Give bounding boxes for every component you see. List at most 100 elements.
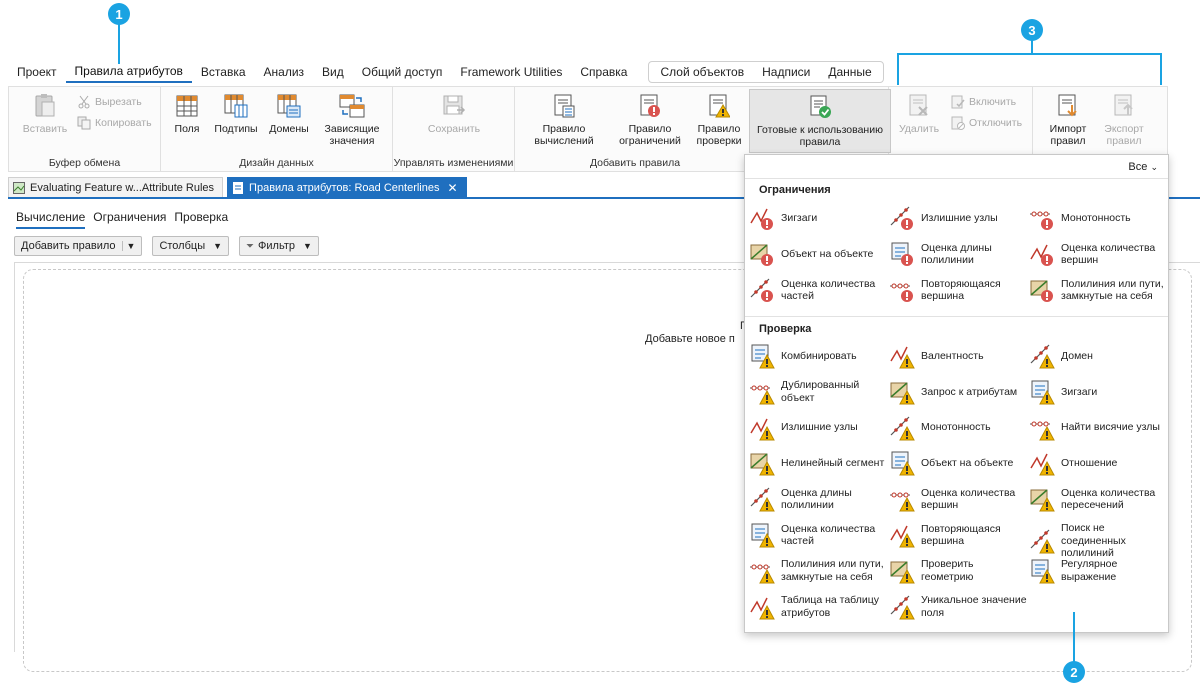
menu-labeling[interactable]: Надписи — [753, 62, 819, 82]
gallery-rule-label: Оценка количества пересечений — [1061, 486, 1156, 512]
add-rule-button[interactable]: Добавить правило ▼ — [14, 236, 143, 256]
gallery-rule-item[interactable]: Объект на объекте — [889, 450, 1027, 476]
gallery-rule-item[interactable]: Валентность — [889, 343, 1027, 369]
gallery-rule-item[interactable]: Полилиния или пути, замкнутые на себя — [749, 558, 887, 584]
gallery-rule-label: Зигзаги — [781, 211, 818, 224]
validation-rule-icon — [749, 558, 775, 584]
gallery-rule-item[interactable]: Оценка количества частей — [749, 277, 887, 303]
enable-label: Включить — [969, 96, 1017, 108]
gallery-rule-item[interactable]: Полилиния или пути, замкнутые на себя — [1029, 277, 1165, 303]
gallery-rule-item[interactable]: Домен — [1029, 343, 1165, 369]
menu-project[interactable]: Проект — [8, 60, 66, 84]
ready-to-use-rules-icon — [807, 94, 833, 120]
export-rules-button[interactable]: Экспорт правил — [1099, 93, 1149, 147]
map-icon — [13, 181, 25, 194]
menu-analysis[interactable]: Анализ — [255, 60, 314, 84]
gallery-rule-item[interactable]: Таблица на таблицу атрибутов — [749, 594, 887, 620]
cut-button[interactable]: Вырезать — [77, 95, 142, 109]
gallery-rule-item[interactable]: Монотонность — [889, 415, 1027, 441]
gallery-rule-item[interactable]: Зигзаги — [749, 205, 887, 231]
export-rules-icon — [1111, 93, 1137, 119]
gallery-rule-item[interactable]: Оценка количества пересечений — [1029, 486, 1165, 512]
gallery-rule-item[interactable]: Запрос к атрибутам — [889, 379, 1027, 405]
subtypes-button[interactable]: Подтипы — [211, 93, 261, 135]
tab-evaluating-feature[interactable]: Evaluating Feature w...Attribute Rules — [8, 177, 224, 197]
fields-button[interactable]: Поля — [167, 93, 207, 135]
chevron-down-icon[interactable]: ▼ — [121, 241, 135, 251]
tab-calculation[interactable]: Вычисление — [16, 210, 86, 229]
tab-evaluating-feature-label: Evaluating Feature w...Attribute Rules — [30, 181, 215, 194]
menu-data[interactable]: Данные — [819, 62, 880, 82]
gallery-rule-item[interactable]: Поиск не соединенных полилиний — [1029, 522, 1165, 560]
menu-feature-layer[interactable]: Слой объектов — [651, 62, 753, 82]
tab-attribute-rules[interactable]: Правила атрибутов: Road Centerlines ✕ — [227, 177, 467, 197]
validation-rule-icon — [1029, 415, 1055, 441]
gallery-rule-label: Регулярное выражение — [1061, 558, 1118, 583]
validation-rule-icon — [1029, 558, 1055, 584]
gallery-rule-item[interactable]: Проверить геометрию — [889, 558, 1027, 584]
gallery-rule-item[interactable]: Отношение — [1029, 450, 1165, 476]
enable-button[interactable]: Включить — [951, 95, 1016, 109]
gallery-rule-item[interactable]: Монотонность — [1029, 205, 1165, 231]
copy-icon — [77, 116, 91, 130]
gallery-rule-label: Отношение — [1061, 457, 1118, 470]
gallery-rule-label: Дублированный объект — [781, 379, 860, 404]
gallery-rule-item[interactable]: Дублированный объект — [749, 379, 887, 405]
gallery-rule-item[interactable]: Повторяющаяся вершина — [889, 522, 1027, 548]
gallery-rule-label: Объект на объекте — [781, 247, 874, 260]
gallery-filter-label: Все — [1128, 161, 1148, 173]
delete-icon — [906, 93, 932, 119]
gallery-rule-item[interactable]: Уникальное значение поля — [889, 594, 1027, 620]
import-rules-button[interactable]: Импорт правил — [1043, 93, 1093, 147]
menu-help[interactable]: Справка — [571, 60, 636, 84]
gallery-rule-item[interactable]: Регулярное выражение — [1029, 558, 1165, 584]
ready-to-use-rules-button[interactable]: Готовые к использованию правила — [749, 89, 891, 153]
dependent-values-button[interactable]: Зависящие значения — [317, 93, 387, 147]
gallery-rule-item[interactable]: Излишние узлы — [749, 415, 887, 441]
tab-constraint[interactable]: Ограничения — [93, 210, 166, 229]
gallery-rule-item[interactable]: Оценка длины полилинии — [889, 241, 1027, 267]
constraint-rule-button[interactable]: Правило ограничений — [611, 93, 689, 147]
gallery-rule-item[interactable]: Нелинейный сегмент — [749, 450, 887, 476]
copy-button[interactable]: Копировать — [77, 116, 152, 130]
menu-framework-utilities[interactable]: Framework Utilities — [451, 60, 571, 84]
gallery-rule-item[interactable]: Объект на объекте — [749, 241, 887, 267]
gallery-rule-item[interactable]: Оценка количества частей — [749, 522, 887, 548]
chevron-down-icon: ▼ — [213, 241, 223, 251]
gallery-rule-item[interactable]: Зигзаги — [1029, 379, 1165, 405]
filter-button[interactable]: ⏷ Фильтр ▼ — [239, 236, 319, 256]
paste-button[interactable]: Вставить — [19, 93, 71, 135]
menu-view[interactable]: Вид — [313, 60, 353, 84]
gallery-rule-label: Нелинейный сегмент — [781, 457, 885, 470]
validation-rule-icon — [1029, 343, 1055, 369]
gallery-rule-item[interactable]: Найти висячие узлы — [1029, 415, 1165, 441]
gallery-rule-item[interactable]: Повторяющаяся вершина — [889, 277, 1027, 303]
validation-rule-button[interactable]: Правило проверки — [691, 93, 747, 147]
disable-button[interactable]: Отключить — [951, 116, 1022, 130]
menu-share[interactable]: Общий доступ — [353, 60, 452, 84]
validation-rule-icon — [749, 594, 775, 620]
chevron-down-icon: ▼ — [302, 241, 312, 251]
domains-button[interactable]: Домены — [265, 93, 313, 135]
delete-button[interactable]: Удалить — [895, 93, 943, 135]
validation-rule-icon — [749, 522, 775, 548]
import-rules-label: Импорт правил — [1049, 123, 1087, 147]
gallery-rule-label: Запрос к атрибутам — [921, 385, 1018, 398]
save-button[interactable]: Сохранить — [423, 93, 485, 135]
menu-attribute-rules[interactable]: Правила атрибутов — [65, 61, 192, 83]
tab-validation[interactable]: Проверка — [174, 210, 228, 229]
gallery-rule-item[interactable]: Оценка количества вершин — [889, 486, 1027, 512]
gallery-rule-label: Оценка длины полилинии — [781, 486, 852, 512]
gallery-rule-item[interactable]: Оценка количества вершин — [1029, 241, 1165, 267]
cut-label: Вырезать — [95, 96, 142, 108]
menu-insert[interactable]: Вставка — [192, 60, 255, 84]
calculation-rule-button[interactable]: Правило вычислений — [523, 93, 605, 147]
gallery-rule-item[interactable]: Излишние узлы — [889, 205, 1027, 231]
close-icon[interactable]: ✕ — [447, 181, 457, 195]
gallery-rule-item[interactable]: Оценка длины полилинии — [749, 486, 887, 512]
gallery-rule-item[interactable]: Комбинировать — [749, 343, 887, 369]
columns-button[interactable]: Столбцы ▼ — [152, 236, 230, 256]
callout-2: 2 — [1063, 661, 1085, 683]
gallery-filter-dropdown[interactable]: Все ⌄ — [1128, 161, 1158, 173]
constraint-rule-label: Правило ограничений — [619, 123, 681, 147]
